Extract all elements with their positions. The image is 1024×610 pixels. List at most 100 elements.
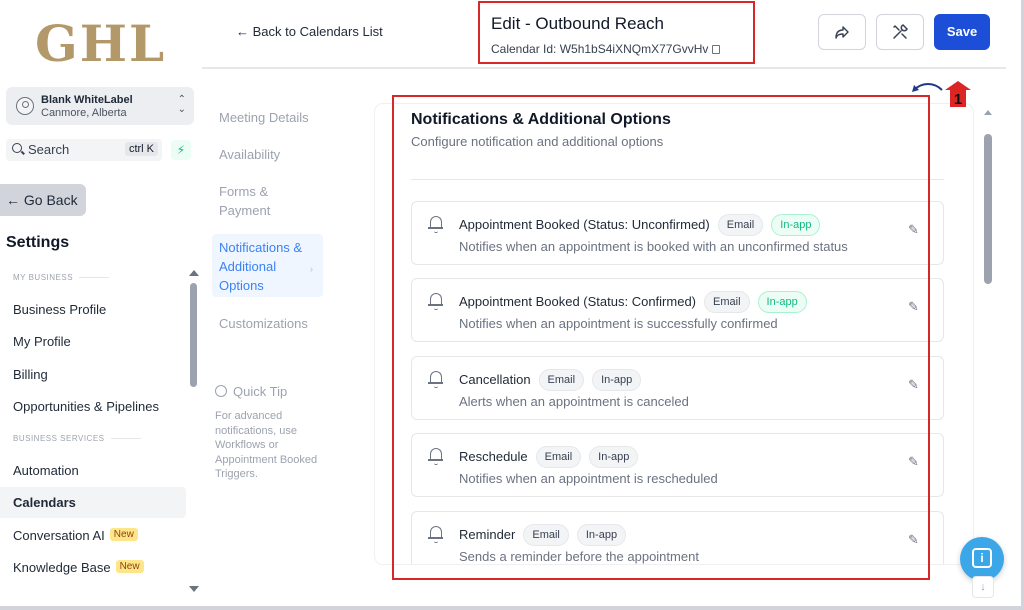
edit-pencil-icon[interactable]: ✎	[908, 454, 921, 469]
calendar-title-block: Edit - Outbound Reach Calendar Id: W5h1b…	[478, 1, 755, 64]
notification-name: Appointment Booked (Status: Unconfirmed)…	[459, 214, 821, 236]
active-indicator-icon: ›	[310, 264, 313, 274]
bell-icon	[428, 526, 443, 543]
sidebar-scrollbar[interactable]	[189, 270, 199, 592]
download-icon[interactable]: ↓	[972, 576, 994, 598]
email-chip[interactable]: Email	[538, 369, 585, 391]
notification-name: Reschedule Email In-app	[459, 446, 639, 468]
notification-row[interactable]: Cancellation Email In-app Alerts when an a…	[411, 356, 944, 420]
tools-button[interactable]	[876, 14, 924, 50]
section-nav-forms-payment[interactable]: Forms & Payment	[219, 182, 270, 220]
email-chip[interactable]: Email	[717, 214, 764, 236]
section-nav-availability[interactable]: Availability	[219, 145, 280, 164]
quick-action-bolt-icon[interactable]: ⚡	[171, 140, 191, 160]
card-subtitle: Configure notification and additional op…	[411, 134, 664, 149]
sidebar: GHL Blank WhiteLabel Canmore, Alberta ⌃ ⌄…	[0, 0, 202, 606]
section-nav-meeting-details[interactable]: Meeting Details	[219, 108, 309, 127]
step-marker-number: 1	[954, 91, 962, 108]
scroll-up-icon[interactable]	[189, 270, 199, 276]
inapp-chip[interactable]: In-app	[592, 369, 642, 391]
quick-tip-title: Quick Tip	[233, 384, 288, 399]
email-chip[interactable]: Email	[523, 524, 569, 546]
copy-icon[interactable]	[712, 45, 721, 54]
quick-tip-body: For advanced notifications, use Workflow…	[215, 410, 318, 480]
sidebar-item-calendars[interactable]: Calendars	[0, 487, 186, 518]
inapp-chip[interactable]: In-app	[576, 524, 627, 546]
notification-description: Notifies when an appointment is successf…	[459, 316, 778, 331]
notification-description: Sends a reminder before the appointment	[459, 549, 699, 564]
go-back-label: Go Back	[23, 192, 78, 208]
notification-description: Alerts when an appointment is canceled	[459, 394, 689, 409]
inapp-chip[interactable]: In-app	[757, 291, 807, 313]
curved-arrow-icon	[912, 83, 943, 92]
user-avatar-icon	[16, 97, 34, 115]
back-to-calendars-link[interactable]: ← Back to Calendars List	[236, 24, 383, 39]
sidebar-item-business-profile[interactable]: Business Profile	[13, 302, 106, 317]
header-divider	[202, 67, 1006, 69]
scroll-thumb[interactable]	[984, 134, 992, 284]
lightbulb-icon	[215, 385, 227, 397]
share-button[interactable]	[818, 14, 866, 50]
scroll-up-icon[interactable]	[984, 110, 992, 115]
chevron-updown-icon: ⌃ ⌄	[177, 94, 186, 115]
search-label: Search	[28, 142, 70, 157]
sidebar-item-label: Knowledge Base	[13, 560, 111, 575]
go-back-button[interactable]: ← Go Back	[0, 184, 86, 216]
notification-description: Notifies when an appointment is booked w…	[459, 239, 848, 254]
section-nav-notifications[interactable]: Notifications & Additional Options ›	[212, 234, 323, 297]
sidebar-item-opportunities[interactable]: Opportunities & Pipelines	[13, 399, 159, 414]
notification-name: Appointment Booked (Status: Confirmed) Em…	[459, 291, 807, 313]
sidebar-item-my-profile[interactable]: My Profile	[13, 334, 71, 349]
save-button[interactable]: Save	[934, 14, 990, 50]
step-marker: 1	[945, 81, 971, 108]
notification-row[interactable]: Reminder Email In-app Sends a reminder bef…	[411, 511, 944, 564]
sidebar-item-conversation-ai[interactable]: Conversation AI New	[13, 528, 138, 543]
search-shortcut: ctrl K	[124, 142, 158, 156]
search-icon	[12, 143, 22, 153]
search-button[interactable]: Search ctrl K	[6, 139, 162, 161]
brand-logo: GHL	[35, 14, 167, 73]
notification-name: Reminder Email In-app	[459, 524, 627, 546]
section-label-my-business: MY BUSINESS	[13, 273, 109, 282]
inapp-chip[interactable]: In-app	[771, 214, 821, 236]
bell-icon	[428, 448, 443, 465]
section-nav-notifications-label: Notifications & Additional Options	[219, 240, 303, 293]
new-badge: New	[109, 528, 138, 541]
notifications-card: Notifications & Additional Options Confi…	[375, 104, 973, 564]
sidebar-item-automation[interactable]: Automation	[13, 463, 79, 478]
bell-icon	[428, 293, 443, 310]
share-icon	[835, 26, 849, 39]
notification-row[interactable]: Appointment Booked (Status: Confirmed) Em…	[411, 278, 944, 342]
scroll-down-icon[interactable]	[189, 586, 199, 592]
main-scrollbar[interactable]	[983, 108, 993, 598]
sidebar-item-label: Conversation AI	[13, 528, 105, 543]
edit-pencil-icon[interactable]: ✎	[908, 222, 921, 237]
sidebar-item-knowledge-base[interactable]: Knowledge Base New	[13, 560, 144, 575]
quick-tip: Quick Tip For advanced notifications, us…	[215, 384, 330, 482]
notification-name: Cancellation Email In-app	[459, 369, 642, 391]
edit-pencil-icon[interactable]: ✎	[908, 299, 921, 314]
bell-icon	[428, 371, 443, 388]
edit-pencil-icon[interactable]: ✎	[908, 532, 921, 547]
settings-title: Settings	[6, 234, 70, 251]
email-chip[interactable]: Email	[535, 446, 582, 468]
chat-info-icon: i	[972, 548, 992, 568]
sidebar-item-billing[interactable]: Billing	[13, 367, 48, 382]
help-chat-button[interactable]: i	[960, 537, 1004, 581]
calendar-id: Calendar Id: W5h1bS4iXNQmX77GvvHv	[491, 42, 721, 56]
scroll-thumb[interactable]	[190, 283, 197, 387]
account-name: Blank WhiteLabel	[41, 94, 133, 106]
back-label: Back to Calendars List	[252, 24, 383, 39]
email-chip[interactable]: Email	[704, 291, 750, 313]
account-switcher[interactable]: Blank WhiteLabel Canmore, Alberta ⌃ ⌄	[6, 87, 194, 125]
page-title: Edit - Outbound Reach	[491, 14, 664, 33]
bell-icon	[428, 216, 443, 233]
edit-pencil-icon[interactable]: ✎	[908, 377, 921, 392]
section-label-business-services: BUSINESS SERVICES	[13, 434, 141, 443]
section-nav-customizations[interactable]: Customizations	[219, 314, 308, 333]
notification-row[interactable]: Appointment Booked (Status: Unconfirmed)…	[411, 201, 944, 265]
notification-row[interactable]: Reschedule Email In-app Notifies when an a…	[411, 433, 944, 497]
notification-description: Notifies when an appointment is reschedu…	[459, 471, 718, 486]
inapp-chip[interactable]: In-app	[589, 446, 639, 468]
tools-icon	[893, 24, 908, 39]
